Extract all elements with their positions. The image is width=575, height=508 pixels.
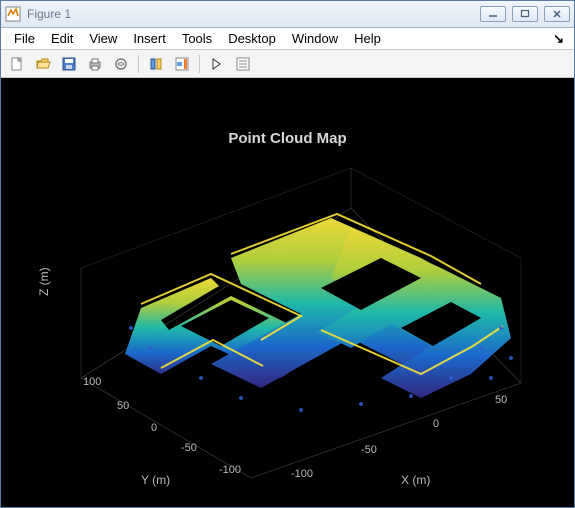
x-tick: -50 [361,444,377,456]
menu-desktop[interactable]: Desktop [221,29,283,48]
y-tick: 50 [117,400,129,412]
save-button[interactable] [57,53,81,75]
colorbar-button[interactable] [170,53,194,75]
menu-edit[interactable]: Edit [44,29,80,48]
menu-tools[interactable]: Tools [175,29,219,48]
x-tick: -100 [291,468,313,480]
insert-legend-button[interactable] [231,53,255,75]
close-button[interactable] [544,6,570,22]
point-cloud [125,218,511,398]
edit-plot-button[interactable] [205,53,229,75]
x-axis-label: X (m) [401,473,430,487]
y-tick: 100 [83,376,101,388]
menu-insert[interactable]: Insert [126,29,173,48]
link-button[interactable] [109,53,133,75]
x-tick: 0 [433,418,439,430]
maximize-button[interactable] [512,6,538,22]
new-figure-button[interactable] [5,53,29,75]
y-tick: -50 [181,442,197,454]
window-controls [480,6,570,22]
menu-window[interactable]: Window [285,29,345,48]
open-button[interactable] [31,53,55,75]
figure-canvas[interactable]: Point Cloud Map [1,78,574,507]
data-cursor-button[interactable] [144,53,168,75]
app-icon [5,6,21,22]
menu-file[interactable]: File [7,29,42,48]
y-axis-label: Y (m) [141,473,170,487]
y-tick: 0 [151,422,157,434]
dock-button[interactable]: ↘ [549,31,568,47]
menubar: File Edit View Insert Tools Desktop Wind… [1,28,574,50]
print-button[interactable] [83,53,107,75]
separator [199,55,200,73]
menu-view[interactable]: View [82,29,124,48]
plot-3d [1,78,574,507]
y-tick: -100 [219,464,241,476]
z-axis-label: Z (m) [37,267,51,296]
minimize-button[interactable] [480,6,506,22]
x-tick: 50 [495,394,507,406]
separator [138,55,139,73]
titlebar: Figure 1 [1,1,574,28]
menu-help[interactable]: Help [347,29,388,48]
window-title: Figure 1 [27,7,480,21]
toolbar [1,50,574,78]
